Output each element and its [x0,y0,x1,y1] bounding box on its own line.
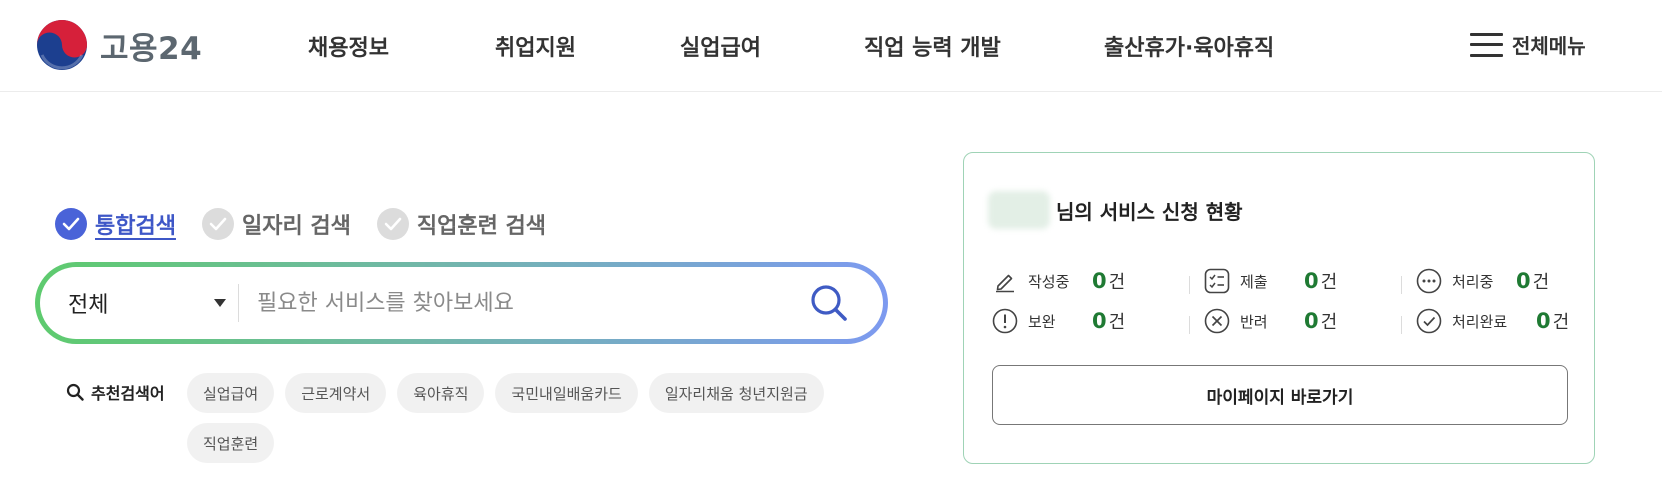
status-label: 보완 [1028,312,1056,331]
pencil-icon [990,266,1020,296]
keyword-chip[interactable]: 실업급여 [187,373,275,413]
status-row: 작성중 0 건 제출 0 건 처리중 0 건 [990,261,1580,301]
status-unit: 건 [1320,272,1338,293]
status-writing[interactable]: 작성중 0 건 [990,266,1202,296]
all-menu-label: 전체메뉴 [1512,34,1586,58]
category-dropdown[interactable]: 전체 [40,267,238,339]
blurred-user-name [988,191,1050,229]
status-rejected[interactable]: 반려 0 건 [1202,306,1414,336]
card-title: 님의 서비스 신청 현황 [988,191,1243,229]
search-box-inner: 전체 [40,267,883,339]
status-label: 작성중 [1028,272,1070,291]
taegeuk-emblem-icon [37,20,87,70]
status-count: 0 [1536,309,1551,333]
nav-vocational-training[interactable]: 직업 능력 개발 [864,30,1001,62]
divider [1189,316,1190,334]
logo-text: 고용24 [100,30,203,67]
nav-unemployment-benefit[interactable]: 실업급여 [680,30,761,62]
search-input[interactable] [239,267,799,339]
keyword-chip[interactable]: 국민내일배움카드 [495,373,638,413]
keyword-chip[interactable]: 근로계약서 [285,373,387,413]
recommended-keyword-chips: 실업급여 근로계약서 육아휴직 국민내일배움카드 일자리채움 청년지원금 직업훈… [187,373,877,473]
service-status-card: 님의 서비스 신청 현황 작성중 0 건 제출 0 건 처리중 0 건 보완 0… [963,152,1595,464]
status-count: 0 [1092,309,1107,333]
mypage-button[interactable]: 마이페이지 바로가기 [992,365,1568,425]
status-unit: 건 [1552,312,1570,333]
search-type-label: 통합검색 [95,214,176,239]
status-row: 보완 0 건 반려 0 건 처리완료 0 건 [990,301,1580,341]
search-type-label: 직업훈련 검색 [416,214,546,239]
hamburger-icon [1470,32,1503,57]
status-count: 0 [1516,269,1531,293]
caret-down-icon [214,299,226,307]
search-button[interactable] [799,273,859,333]
status-unit: 건 [1532,272,1550,293]
divider [1401,276,1402,294]
keyword-chip[interactable]: 육아휴직 [397,373,485,413]
status-submitted[interactable]: 제출 0 건 [1202,266,1414,296]
keyword-chip[interactable]: 직업훈련 [187,423,275,463]
search-type-selector: 통합검색 일자리 검색 직업훈련 검색 [55,206,572,242]
check-selected-icon [55,208,87,240]
status-count: 0 [1092,269,1107,293]
keyword-chip[interactable]: 일자리채움 청년지원금 [648,373,824,413]
nav-parental-leave[interactable]: 출산휴가·육아휴직 [1104,30,1274,62]
category-value: 전체 [68,293,109,318]
status-processing[interactable]: 처리중 0 건 [1414,266,1580,296]
status-count: 0 [1304,269,1319,293]
divider [1401,316,1402,334]
checklist-icon [1202,266,1232,296]
exclamation-circle-icon [990,306,1020,336]
status-label: 반려 [1240,312,1268,331]
recommended-label-text: 추천검색어 [91,384,165,403]
all-menu-button[interactable]: 전체메뉴 [1470,30,1586,59]
search-type-integrated[interactable]: 통합검색 [55,208,176,240]
status-grid: 작성중 0 건 제출 0 건 처리중 0 건 보완 0 건 반려 0 건 처리완… [990,261,1580,341]
recommended-keywords-label: 추천검색어 [66,380,165,404]
search-type-jobs[interactable]: 일자리 검색 [201,208,351,240]
status-label: 처리완료 [1452,312,1508,331]
check-unselected-icon [376,208,409,240]
top-header: 고용24 채용정보 취업지원 실업급여 직업 능력 개발 출산휴가·육아휴직 전… [0,0,1662,92]
card-title-text: 님의 서비스 신청 현황 [1056,199,1243,224]
divider [1189,276,1190,294]
site-logo[interactable]: 고용24 [36,18,202,72]
search-type-training[interactable]: 직업훈련 검색 [376,208,546,240]
check-circle-icon [1414,306,1444,336]
status-unit: 건 [1108,312,1126,333]
status-unit: 건 [1108,272,1126,293]
nav-employment-support[interactable]: 취업지원 [495,30,576,62]
status-count: 0 [1304,309,1319,333]
search-icon [66,383,84,401]
search-box: 전체 [35,262,888,344]
check-unselected-icon [201,208,234,240]
search-icon [811,285,847,321]
status-unit: 건 [1320,312,1338,333]
x-circle-icon [1202,306,1232,336]
status-label: 처리중 [1452,272,1494,291]
status-completed[interactable]: 처리완료 0 건 [1414,306,1580,336]
search-type-label: 일자리 검색 [241,214,351,239]
nav-jobs[interactable]: 채용정보 [308,30,389,62]
status-label: 제출 [1240,272,1268,291]
status-supplement[interactable]: 보완 0 건 [990,306,1202,336]
ellipsis-circle-icon [1414,266,1444,296]
